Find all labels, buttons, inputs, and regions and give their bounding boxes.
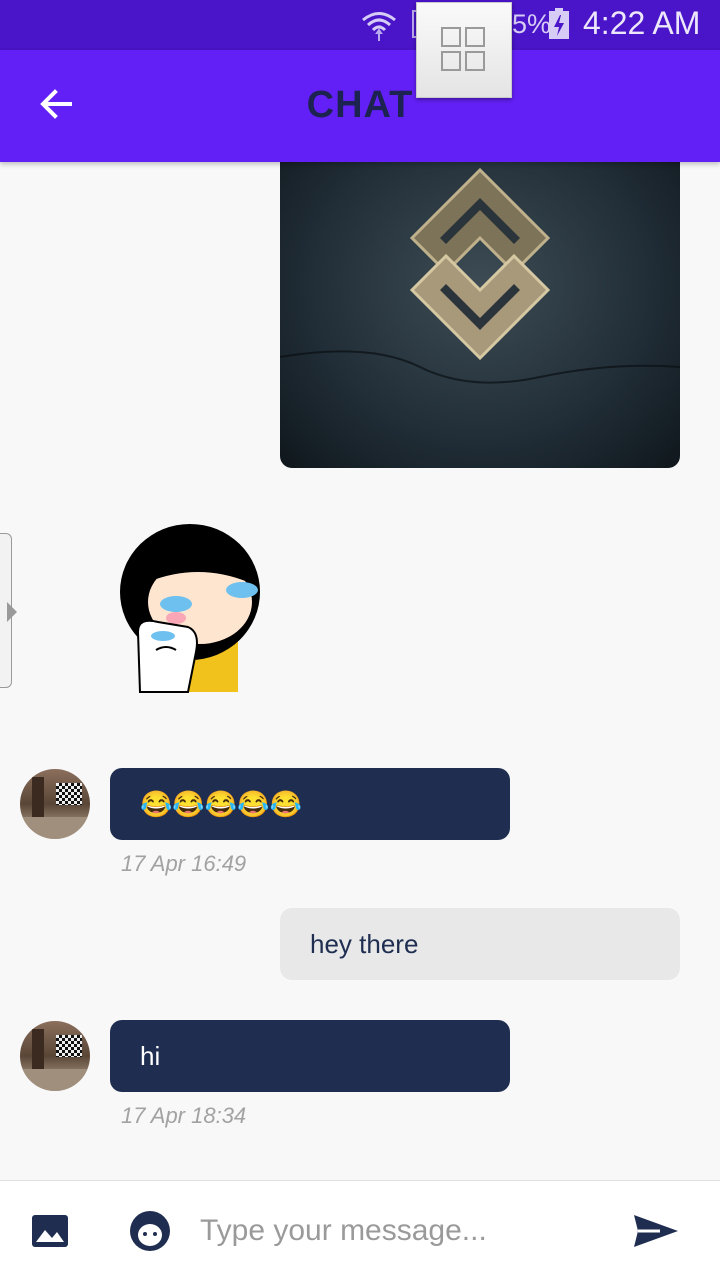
- floating-grid-button[interactable]: [416, 2, 512, 98]
- send-icon[interactable]: [630, 1211, 682, 1251]
- incoming-message-bubble[interactable]: 😂😂😂😂😂: [110, 768, 510, 840]
- message-composer: [0, 1180, 720, 1280]
- message-text: hi: [140, 1040, 161, 1071]
- clock: 4:22 AM: [583, 5, 701, 41]
- message-timestamp: 17 Apr 18:34: [121, 1103, 247, 1128]
- grid-icon: [465, 27, 485, 47]
- avatar[interactable]: [20, 1021, 90, 1091]
- page-title: CHAT: [306, 84, 414, 126]
- grid-icon: [441, 27, 461, 47]
- status-bar: 5% 4:22 AM: [0, 0, 720, 50]
- image-message[interactable]: [280, 162, 680, 468]
- crying-girl-sticker[interactable]: [118, 522, 266, 694]
- message-text: 😂😂😂😂😂: [140, 788, 302, 819]
- wifi-icon: [362, 12, 396, 41]
- battery-charging-icon: [549, 8, 569, 39]
- grid-icon: [465, 51, 485, 71]
- message-timestamp: 17 Apr 16:49: [121, 851, 247, 876]
- smiley-face-icon[interactable]: [128, 1209, 172, 1253]
- app-bar: CHAT: [0, 50, 720, 162]
- outgoing-message-bubble[interactable]: hey there: [280, 908, 680, 980]
- avatar[interactable]: [20, 769, 90, 839]
- logo-image: [280, 167, 680, 384]
- image-icon[interactable]: [30, 1211, 70, 1251]
- message-input[interactable]: [200, 1207, 610, 1255]
- message-text: hey there: [310, 928, 419, 959]
- side-panel-handle[interactable]: [0, 533, 17, 688]
- grid-icon: [441, 51, 461, 71]
- battery-percent: 5%: [512, 9, 552, 39]
- incoming-message-bubble[interactable]: hi: [110, 1020, 510, 1092]
